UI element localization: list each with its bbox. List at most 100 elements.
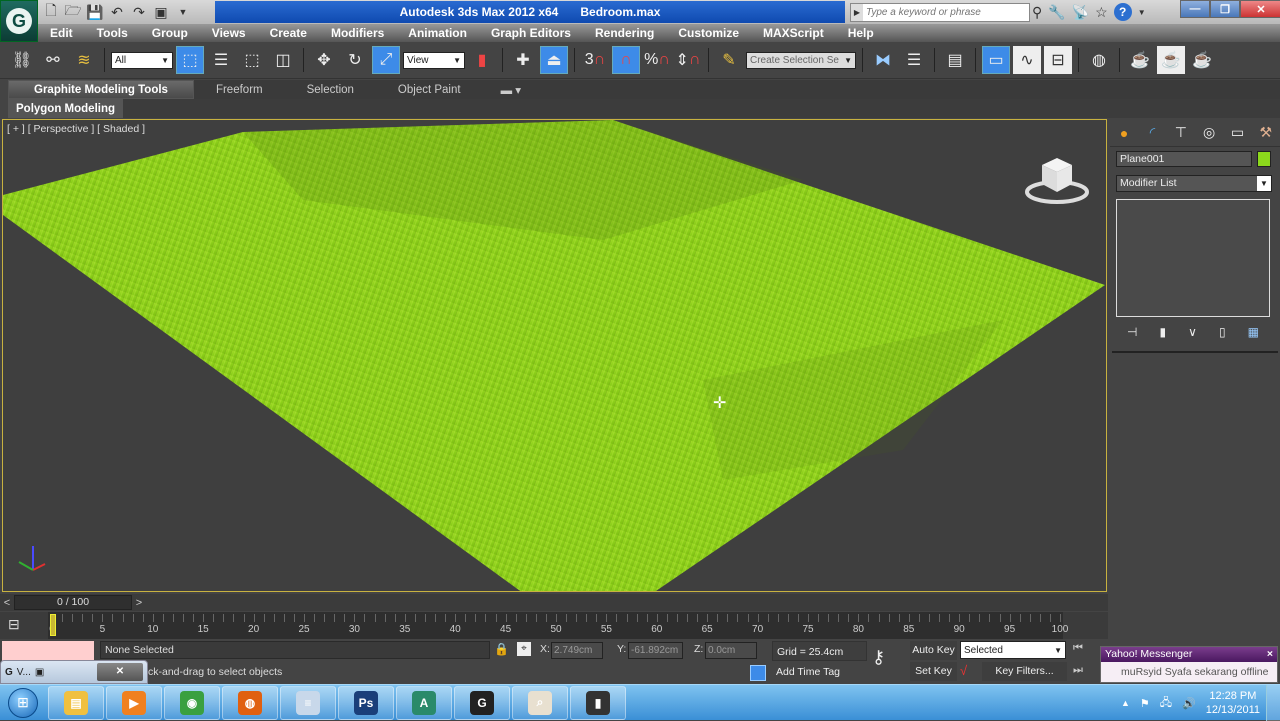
reference-coordinate-dropdown[interactable]: View ▼ — [403, 51, 465, 69]
hierarchy-icon[interactable]: ⊤ — [1170, 122, 1192, 144]
taskbar-app-firefox[interactable]: ◍ — [222, 685, 278, 720]
display-icon[interactable]: ▭ — [1226, 122, 1248, 144]
project-folder-icon[interactable]: ▣ — [152, 3, 170, 21]
track-bar[interactable]: ⊟ 05101520253035404550556065707580859095… — [0, 612, 1108, 639]
auto-key-button[interactable]: Auto Key — [910, 641, 957, 660]
angle-snap-icon[interactable]: ∩ — [612, 46, 640, 74]
restore-button[interactable]: ❐ — [1210, 0, 1240, 18]
go-to-start-icon[interactable]: ⏮ — [1073, 642, 1083, 655]
save-icon[interactable]: 💾 — [86, 3, 104, 21]
satellite-icon[interactable]: 📡 — [1072, 4, 1089, 21]
menu-rendering[interactable]: Rendering — [583, 26, 666, 40]
taskbar-app-photoshop[interactable]: Ps — [338, 685, 394, 720]
menu-modifiers[interactable]: Modifiers — [319, 26, 396, 40]
object-color-swatch[interactable] — [1257, 151, 1271, 167]
rendered-frame-window-icon[interactable]: ☕ — [1157, 46, 1185, 74]
dropdown-icon[interactable]: ▼ — [174, 3, 192, 21]
next-frame-button[interactable]: > — [132, 597, 146, 609]
tab-graphite-modeling-tools[interactable]: Graphite Modeling Tools — [8, 80, 194, 99]
tab-freeform[interactable]: Freeform — [194, 80, 285, 99]
open-mini-curve-editor-icon[interactable]: ⊟ — [8, 616, 32, 634]
viewcube[interactable] — [1022, 150, 1092, 210]
add-time-tag-button[interactable]: Add Time Tag — [772, 663, 867, 681]
configure-modifier-sets-icon[interactable]: ▦ — [1248, 325, 1259, 339]
current-frame-marker[interactable] — [50, 614, 56, 636]
modify-icon[interactable]: ◜ — [1141, 122, 1163, 144]
ribbon-options-icon[interactable]: ▬ ▾ — [483, 80, 539, 99]
key-mode-dropdown[interactable]: Selected ▼ — [960, 641, 1066, 659]
taskbar-app-windows-explorer[interactable]: ▤ — [48, 685, 104, 720]
key-tool-icon[interactable]: 🔧 — [1048, 4, 1065, 21]
spinner-snap-icon[interactable]: ⇕ ∩ — [674, 46, 702, 74]
unlink-icon[interactable]: ⚯ — [39, 46, 67, 74]
tab-object-paint[interactable]: Object Paint — [376, 80, 483, 99]
set-key-button[interactable]: Set Key — [910, 662, 957, 681]
taskbar-app-media-player[interactable]: ▶ — [106, 685, 162, 720]
previous-frame-button[interactable]: < — [0, 597, 14, 609]
scale-icon[interactable]: ⤢ — [372, 46, 400, 74]
taskbar-thumbnail-preview[interactable]: G V... ▣ ✕ — [0, 660, 148, 684]
key-icon[interactable]: ⚷ — [872, 647, 885, 668]
application-menu-button[interactable]: G — [0, 0, 38, 42]
key-tangent-icon[interactable]: √ — [960, 663, 967, 678]
pin-stack-icon[interactable]: ⊣ — [1127, 325, 1137, 339]
menu-animation[interactable]: Animation — [396, 26, 479, 40]
close-icon[interactable]: × — [1267, 647, 1273, 662]
perspective-viewport[interactable]: [ + ] [ Perspective ] [ Shaded ] ✛ — [2, 119, 1107, 592]
maxscript-listener[interactable] — [2, 641, 94, 661]
chevron-down-icon[interactable]: ▼ — [1138, 8, 1146, 17]
taskbar-app-3ds-max[interactable]: G — [454, 685, 510, 720]
help-button[interactable]: ? — [1113, 3, 1132, 21]
track-bar-ruler[interactable]: 0510152025303540455055606570758085909510… — [48, 612, 1068, 639]
keyboard-shortcut-override-icon[interactable]: ⏏ — [540, 46, 568, 74]
binoculars-icon[interactable]: ⚲ — [1032, 4, 1042, 21]
schematic-view-icon[interactable]: ⊟ — [1044, 46, 1072, 74]
absolute-mode-icon[interactable]: ⌖ — [517, 642, 531, 656]
select-by-name-icon[interactable]: ☰ — [207, 46, 235, 74]
move-icon[interactable]: ✥ — [310, 46, 338, 74]
menu-graph-editors[interactable]: Graph Editors — [479, 26, 583, 40]
show-end-result-icon[interactable]: ▮ — [1160, 325, 1167, 339]
show-desktop-button[interactable] — [1266, 685, 1280, 721]
rectangular-selection-icon[interactable]: ⬚ — [238, 46, 266, 74]
time-tag-icon[interactable] — [750, 665, 766, 681]
menu-group[interactable]: Group — [140, 26, 200, 40]
new-file-icon[interactable]: 🗋 — [42, 2, 60, 21]
pivot-center-icon[interactable]: ▮ — [468, 46, 496, 74]
menu-help[interactable]: Help — [836, 26, 886, 40]
modifier-list-dropdown[interactable]: Modifier List ▼ — [1116, 175, 1272, 192]
utilities-icon[interactable]: ⚒ — [1255, 122, 1277, 144]
key-filters-button[interactable]: Key Filters... — [982, 662, 1067, 681]
clock[interactable]: 12:28 PM 12/13/2011 — [1206, 689, 1260, 717]
redo-icon[interactable]: ↷ — [130, 3, 148, 21]
x-coordinate-field[interactable]: 2.749cm — [551, 642, 603, 659]
undo-icon[interactable]: ↶ — [108, 3, 126, 21]
previous-key-icon[interactable]: ⏭ — [1073, 664, 1083, 677]
make-unique-icon[interactable]: ∨ — [1188, 325, 1197, 339]
window-crossing-icon[interactable]: ◫ — [269, 46, 297, 74]
mirror-icon[interactable]: ⧓ — [869, 46, 897, 74]
object-name-field[interactable]: Plane001 — [1116, 151, 1252, 167]
minimize-button[interactable]: — — [1180, 0, 1210, 18]
create-icon[interactable]: ● — [1113, 122, 1135, 144]
expand-arrow-icon[interactable]: ▶ — [851, 4, 863, 21]
named-selection-dropdown[interactable]: Create Selection Se ▼ — [746, 51, 856, 69]
rotate-icon[interactable]: ↻ — [341, 46, 369, 74]
align-icon[interactable]: ☰ — [900, 46, 928, 74]
bind-space-warp-icon[interactable]: ≋ — [70, 46, 98, 74]
material-editor-icon[interactable]: ◍ — [1085, 46, 1113, 74]
start-button[interactable]: ⊞ — [0, 685, 46, 721]
close-preview-button[interactable]: ✕ — [97, 663, 143, 681]
close-button[interactable]: ✕ — [1240, 0, 1280, 18]
polygon-modeling-panel[interactable]: Polygon Modeling — [8, 99, 124, 118]
search-input[interactable] — [863, 7, 1023, 18]
yahoo-messenger-notification[interactable]: Yahoo! Messenger × muRsyid Syafa sekaran… — [1100, 646, 1278, 683]
edit-named-selection-icon[interactable]: ✎ — [715, 46, 743, 74]
taskbar-app-video-camera[interactable]: ▮ — [570, 685, 626, 720]
menu-edit[interactable]: Edit — [38, 26, 85, 40]
curve-editor-icon[interactable]: ∿ — [1013, 46, 1041, 74]
taskbar-app-autocad[interactable]: A — [396, 685, 452, 720]
time-slider-thumb[interactable]: 0 / 100 — [14, 595, 132, 610]
open-folder-icon[interactable]: 🗁 — [64, 2, 82, 21]
graphite-toggle-icon[interactable]: ▭ — [982, 46, 1010, 74]
